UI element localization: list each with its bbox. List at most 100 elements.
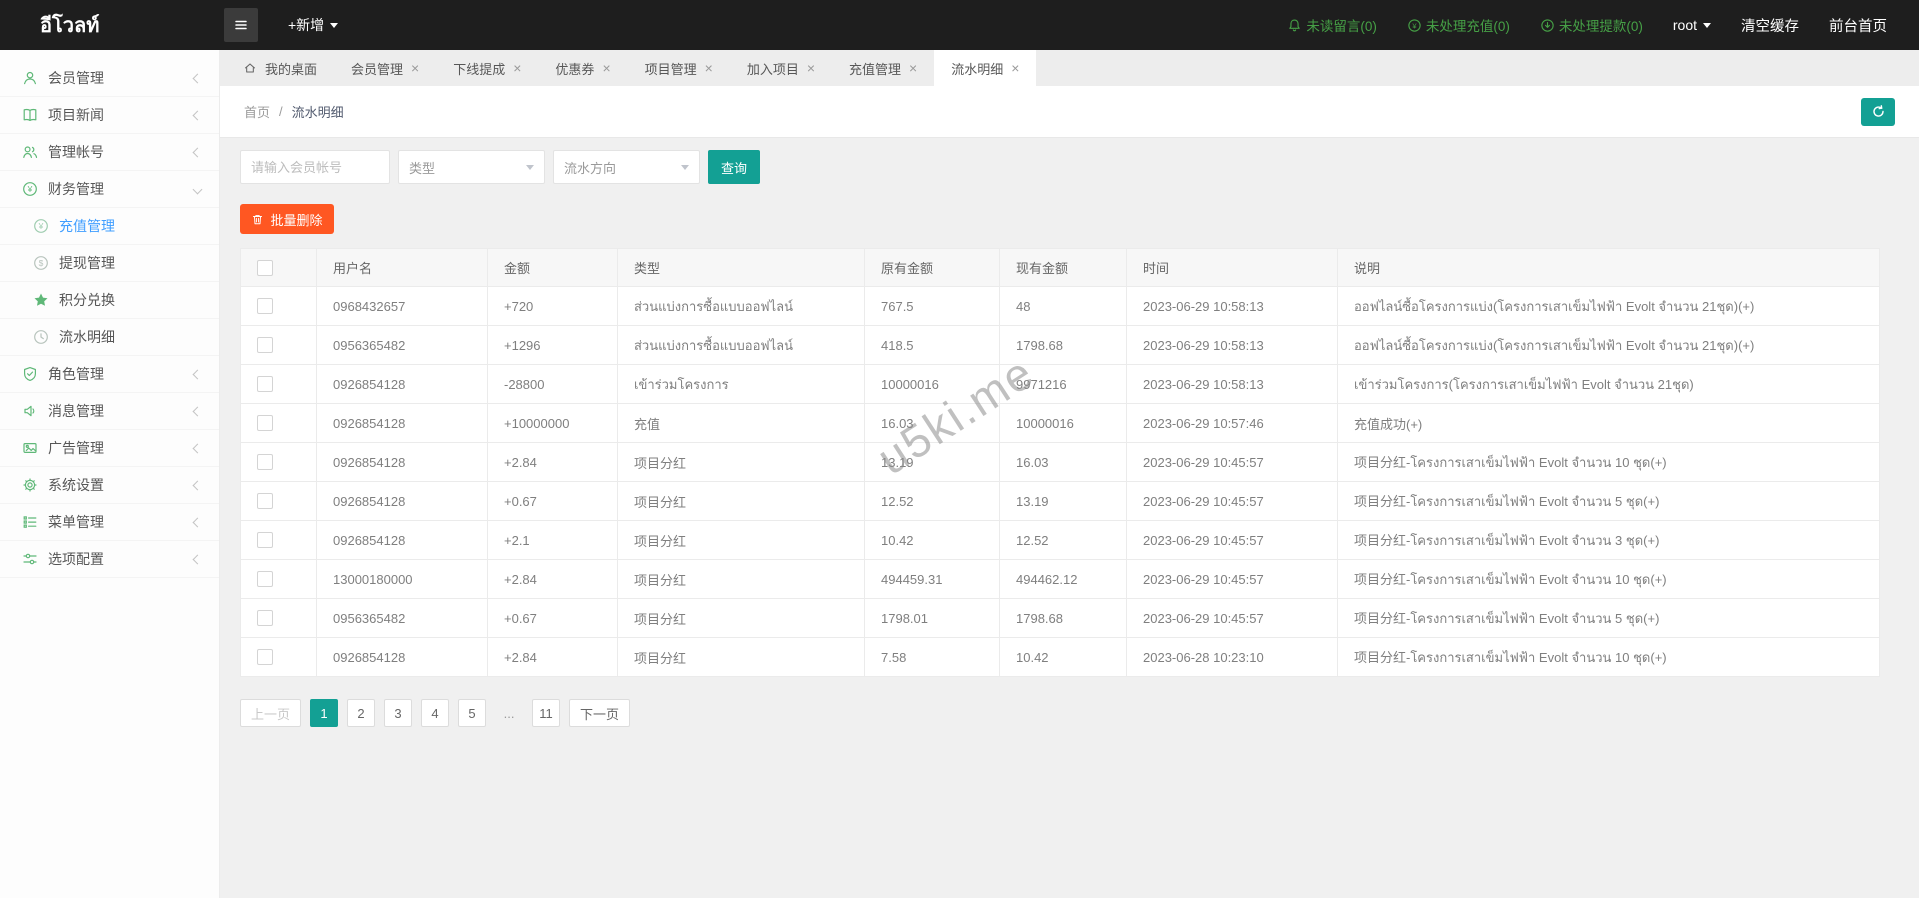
page-button[interactable]: 1 xyxy=(310,699,338,727)
cell-after: 12.52 xyxy=(1000,521,1127,560)
close-icon[interactable]: × xyxy=(602,61,610,75)
recharge-coin-icon: ¥ xyxy=(1407,18,1422,33)
list-icon xyxy=(22,514,38,530)
type-select-value: 类型 xyxy=(409,158,435,177)
row-checkbox[interactable] xyxy=(257,649,273,665)
row-checkbox[interactable] xyxy=(257,493,273,509)
page-button[interactable]: 2 xyxy=(347,699,375,727)
table-row: 0926854128 +2.1 项目分红 10.42 12.52 2023-06… xyxy=(241,521,1880,560)
sidebar-toggle-button[interactable] xyxy=(224,8,258,42)
front-home-button[interactable]: 前台首页 xyxy=(1829,15,1887,36)
row-checkbox[interactable] xyxy=(257,376,273,392)
user-menu[interactable]: root xyxy=(1673,17,1711,33)
sidebar-item-recharge[interactable]: ¥ 充值管理 xyxy=(0,208,219,245)
table-row: 0956365482 +0.67 项目分红 1798.01 1798.68 20… xyxy=(241,599,1880,638)
row-checkbox[interactable] xyxy=(257,571,273,587)
col-header-type: 类型 xyxy=(618,249,865,287)
select-all-checkbox[interactable] xyxy=(257,260,273,276)
sidebar-item-withdraw[interactable]: $ 提现管理 xyxy=(0,245,219,282)
cell-after: 1798.68 xyxy=(1000,599,1127,638)
sidebar-item-finance[interactable]: ¥ 财务管理 xyxy=(0,171,219,208)
tab-members[interactable]: 会员管理× xyxy=(334,50,436,86)
clear-cache-button[interactable]: 清空缓存 xyxy=(1741,15,1799,36)
page-button[interactable]: 5 xyxy=(458,699,486,727)
tab-downline-commission[interactable]: 下线提成 × xyxy=(436,50,538,86)
sidebar-item-system-settings[interactable]: 系统设置 xyxy=(0,467,219,504)
tab-transaction-details[interactable]: 流水明细× xyxy=(934,50,1036,86)
sidebar-item-roles[interactable]: 角色管理 xyxy=(0,356,219,393)
pending-withdrawal-link[interactable]: 未处理提款(0) xyxy=(1540,15,1643,35)
tab-my-desktop[interactable]: 我的桌面 xyxy=(226,50,334,86)
sidebar-item-menu-management[interactable]: 菜单管理 xyxy=(0,504,219,541)
refresh-button[interactable] xyxy=(1861,98,1895,126)
chevron-left-icon xyxy=(193,517,203,527)
pending-withdrawal-label: 未处理提款(0) xyxy=(1559,15,1643,35)
cell-type: 项目分红 xyxy=(618,599,865,638)
tab-label: 下线提成 xyxy=(453,59,505,78)
chevron-left-icon xyxy=(193,554,203,564)
sidebar-item-project-news[interactable]: 项目新闻 xyxy=(0,97,219,134)
row-checkbox[interactable] xyxy=(257,415,273,431)
row-checkbox[interactable] xyxy=(257,298,273,314)
sidebar-item-points-exchange[interactable]: 积分兑换 xyxy=(0,282,219,319)
pending-recharge-link[interactable]: ¥ 未处理充值(0) xyxy=(1407,15,1510,35)
page-button[interactable]: 3 xyxy=(384,699,412,727)
batch-delete-button[interactable]: 批量删除 xyxy=(240,204,334,234)
cell-after: 9971216 xyxy=(1000,365,1127,404)
cell-time: 2023-06-29 10:45:57 xyxy=(1127,482,1338,521)
row-checkbox[interactable] xyxy=(257,610,273,626)
unread-messages-link[interactable]: 未读留言(0) xyxy=(1287,15,1377,35)
col-header-amount: 金额 xyxy=(488,249,618,287)
page-button[interactable]: 11 xyxy=(532,699,560,727)
row-checkbox[interactable] xyxy=(257,454,273,470)
row-checkbox[interactable] xyxy=(257,337,273,353)
close-icon[interactable]: × xyxy=(909,61,917,75)
page-button[interactable]: 4 xyxy=(421,699,449,727)
search-button[interactable]: 查询 xyxy=(708,150,760,184)
close-icon[interactable]: × xyxy=(807,61,815,75)
cell-desc: 项目分红-โครงการเสาเข็มไฟฟ้า Evolt จำนวน 5 ช… xyxy=(1338,482,1880,521)
flow-direction-select[interactable]: 流水方向 xyxy=(553,150,700,184)
close-icon[interactable]: × xyxy=(705,61,713,75)
close-icon[interactable]: × xyxy=(513,61,521,75)
add-new-dropdown[interactable]: +新增 xyxy=(288,15,338,35)
close-icon[interactable]: × xyxy=(1011,61,1019,75)
prev-page-button[interactable]: 上一页 xyxy=(240,699,301,727)
member-account-input[interactable] xyxy=(240,150,390,184)
cell-time: 2023-06-29 10:57:46 xyxy=(1127,404,1338,443)
breadcrumb-home-link[interactable]: 首页 xyxy=(244,102,270,121)
topbar: อีโวลท์ +新增 未读留言(0) ¥ xyxy=(0,0,1919,50)
close-icon[interactable]: × xyxy=(411,61,419,75)
pagination: 上一页 1 2 3 4 5 ... 11 xyxy=(240,699,1899,727)
sidebar-item-members[interactable]: 会员管理 xyxy=(0,60,219,97)
cell-type: 项目分红 xyxy=(618,560,865,599)
sidebar-item-transaction-details[interactable]: 流水明细 xyxy=(0,319,219,356)
breadcrumb: 首页 / 流水明细 xyxy=(244,102,344,121)
breadcrumb-current: 流水明细 xyxy=(292,102,344,121)
cell-amount: +2.84 xyxy=(488,560,618,599)
cell-after: 10.42 xyxy=(1000,638,1127,677)
tab-join-project[interactable]: 加入项目× xyxy=(730,50,832,86)
sidebar-item-messages[interactable]: 消息管理 xyxy=(0,393,219,430)
chevron-left-icon xyxy=(193,443,203,453)
table-row: 0926854128 +0.67 项目分红 12.52 13.19 2023-0… xyxy=(241,482,1880,521)
tab-label: 我的桌面 xyxy=(265,59,317,78)
tab-projects[interactable]: 项目管理× xyxy=(628,50,730,86)
svg-text:¥: ¥ xyxy=(1412,21,1417,30)
type-select[interactable]: 类型 xyxy=(398,150,545,184)
chevron-down-icon xyxy=(330,23,338,28)
cell-user: 0926854128 xyxy=(317,365,488,404)
breadcrumb-separator: / xyxy=(279,104,283,119)
next-page-button[interactable]: 下一页 xyxy=(569,699,630,727)
sidebar-item-admin-accounts[interactable]: 管理帐号 xyxy=(0,134,219,171)
sidebar-item-option-config[interactable]: 选项配置 xyxy=(0,541,219,578)
tab-recharge[interactable]: 充值管理× xyxy=(832,50,934,86)
sidebar-item-label: 财务管理 xyxy=(48,179,194,199)
tab-coupons[interactable]: 优惠券× xyxy=(538,50,627,86)
sidebar-item-ads[interactable]: 广告管理 xyxy=(0,430,219,467)
cell-amount: +0.67 xyxy=(488,599,618,638)
unread-messages-label: 未读留言(0) xyxy=(1306,15,1377,35)
transactions-table: 用户名 金额 类型 原有金额 现有金额 时间 说明 0968432657 xyxy=(240,248,1880,677)
row-checkbox[interactable] xyxy=(257,532,273,548)
page-button[interactable]: ... xyxy=(495,699,523,727)
